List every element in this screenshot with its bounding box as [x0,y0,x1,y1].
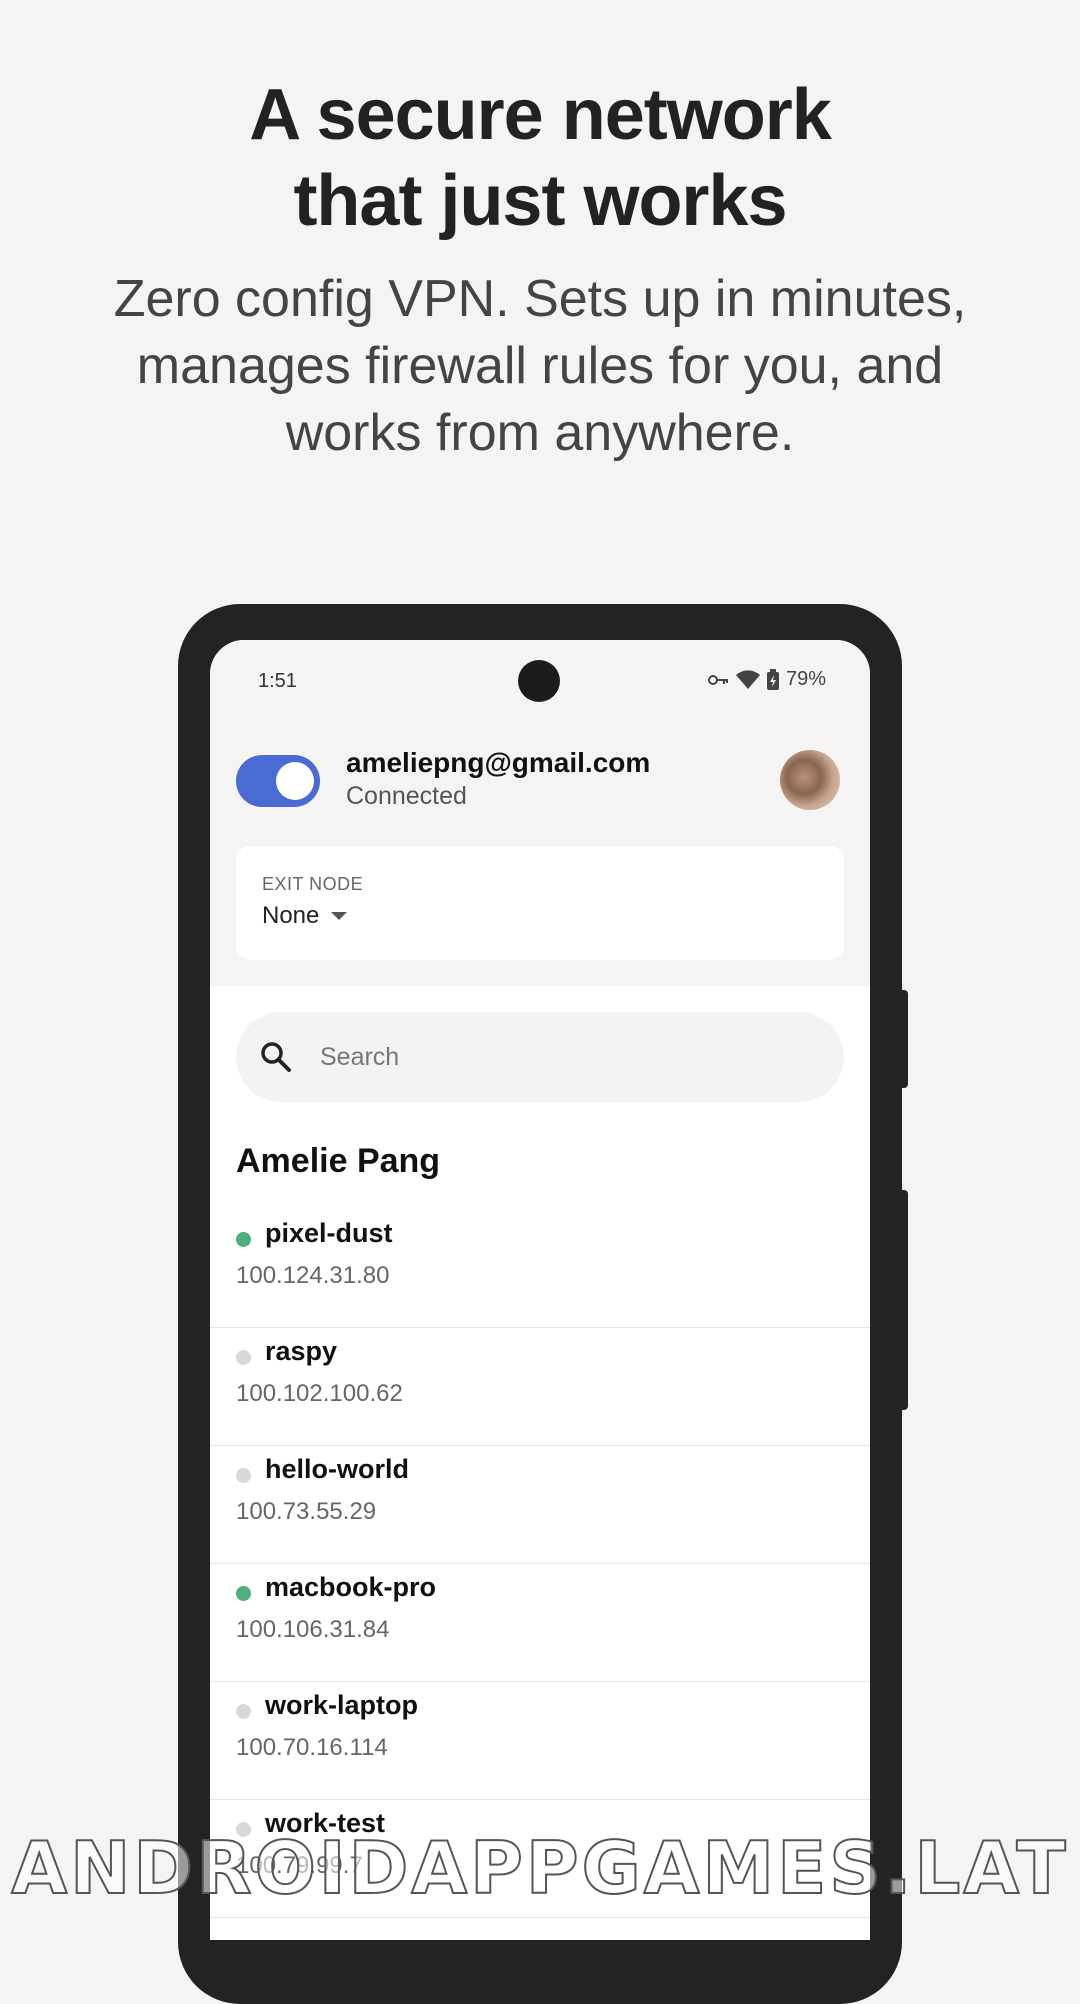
vpn-key-icon [707,673,730,687]
search-bar[interactable] [236,1012,844,1102]
device-ip: 100.73.55.29 [236,1498,377,1525]
exit-node-selector[interactable]: EXIT NODE None [236,846,844,960]
search-icon [258,1039,294,1075]
device-ip: 100.124.31.80 [236,1262,390,1289]
hero-subtitle-line: manages firewall rules for you, and [136,337,944,395]
exit-node-value: None [262,902,320,929]
search-input[interactable] [320,1034,800,1080]
device-list: pixel-dust 100.124.31.80 raspy 100.102.100.… [210,1210,870,1918]
online-status-dot [236,1586,251,1601]
vpn-toggle[interactable] [236,755,320,807]
wifi-icon [735,669,760,690]
device-ip: 100.106.31.84 [236,1616,390,1643]
offline-status-dot [236,1704,251,1719]
front-camera [518,660,560,702]
device-row[interactable]: hello-world 100.73.55.29 [210,1446,870,1564]
device-name: pixel-dust [265,1218,393,1248]
device-name: work-laptop [265,1690,418,1720]
device-row[interactable]: work-laptop 100.70.16.114 [210,1682,870,1800]
device-name: hello-world [265,1454,409,1484]
device-row[interactable]: pixel-dust 100.124.31.80 [210,1210,870,1328]
exit-node-value-row: None [262,902,348,930]
phone-volume-button [900,1190,908,1410]
hero-title: A secure network that just works [0,72,1080,244]
device-row[interactable]: macbook-pro 100.106.31.84 [210,1564,870,1682]
offline-status-dot [236,1350,251,1365]
battery-level: 79% [785,668,826,690]
online-status-dot [236,1232,251,1247]
hero-subtitle: Zero config VPN. Sets up in minutes, man… [60,266,1020,467]
account-email: ameliepng@gmail.com [346,747,651,778]
chevron-down-icon [331,912,348,920]
offline-status-dot [236,1468,251,1483]
device-ip: 100.102.100.62 [236,1380,403,1407]
hero-subtitle-line: works from anywhere. [285,404,795,462]
device-name: macbook-pro [265,1572,437,1602]
header-panel: 1:51 79% ameliepng@gmail.com Connected E… [210,640,870,986]
hero-subtitle-line: Zero config VPN. Sets up in minutes, [113,270,967,328]
battery-charging-icon [766,668,780,691]
device-name: raspy [265,1336,338,1366]
vpn-toggle-knob [276,762,314,800]
connection-status: Connected [346,782,467,810]
device-ip: 100.70.16.114 [236,1734,388,1761]
watermark: ANDROIDAPPGAMES.LAT [10,1825,1069,1911]
phone-screen: 1:51 79% ameliepng@gmail.com Connected E… [210,640,870,1940]
hero-title-line: that just works [293,161,787,241]
phone-power-button [900,990,908,1088]
status-icons: 79% [707,668,826,691]
hero-title-line: A secure network [249,75,832,155]
exit-node-label: EXIT NODE [262,874,364,894]
status-time: 1:51 [258,670,297,692]
device-owner-heading: Amelie Pang [236,1142,441,1180]
avatar[interactable] [780,750,840,810]
device-row[interactable]: raspy 100.102.100.62 [210,1328,870,1446]
